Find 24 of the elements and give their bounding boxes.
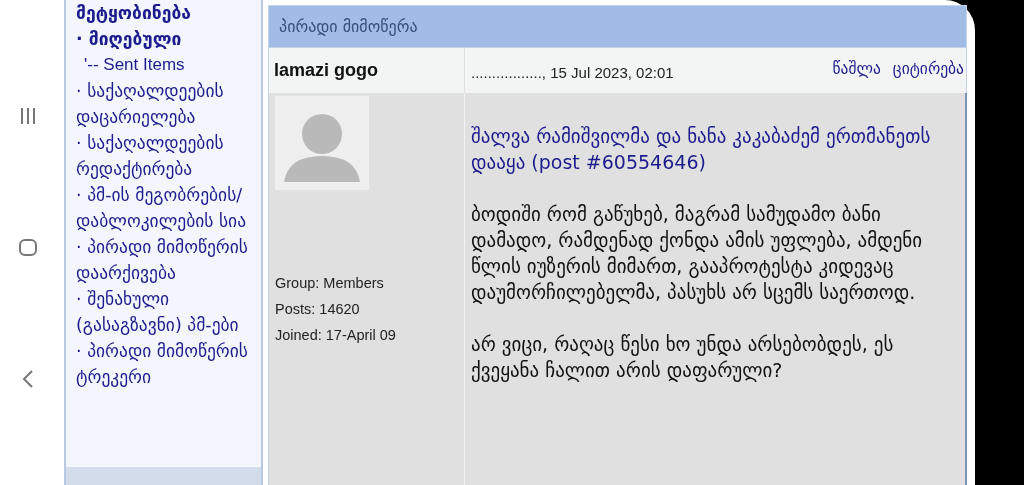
sidebar-link[interactable]: · შენახული (გასაგზავნი) პმ-ები [76, 286, 257, 338]
sidebar-link[interactable]: · პირადი მიმოწერის დაარქივება [76, 234, 257, 286]
sidebar-link[interactable]: · საქაღალდეების რედაქტირება [76, 130, 257, 182]
person-silhouette-icon [284, 112, 360, 182]
post-link[interactable]: შალვა რამიშვილმა და ნანა კაკაბაძემ ერთმანეთს დააყა (post #60554646) [471, 123, 957, 175]
panel-title: პირადი მიმოწერა [279, 17, 418, 36]
sidebar-link[interactable]: · პმ-ის მეგობრების/ დაბლოკილების სია [76, 182, 257, 234]
sidebar-link[interactable]: · საქაღალდეების დაცარიელება [76, 78, 257, 130]
sidebar-link[interactable]: · პირადი მიმოწერის ტრეკერი [76, 338, 257, 390]
sidebar-link[interactable]: '-- Sent Items [76, 52, 257, 78]
message-paragraph: არ ვიცი, რაღაც წესი ხო უნდა არსებობდეს, ეს ქვეყანა ჩალით არის დაფარული? [471, 332, 895, 383]
author-info-text: Group: Members [275, 274, 385, 293]
post-date: ................., 15 Jul 2023, 02:01 [471, 64, 674, 81]
action-link[interactable]: წაშლა [832, 59, 881, 78]
action-link[interactable]: ციტირება [892, 59, 964, 78]
recent-apps-icon[interactable] [18, 105, 38, 126]
sidebar-link[interactable]: · მიღებული [76, 26, 257, 52]
back-icon[interactable] [21, 369, 35, 390]
message-paragraph: ბოდიში რომ გაწუხებ, მაგრამ სამუდამო ბანი დამადო, რამდენად ქონდა ამის უფლება, ამდენი წლის იუზერის მიმართ, გააპროტესტა კიდევაც დაუმორჩილებელმა, პასუხს არ სცემს საერთოდ. [471, 202, 924, 305]
sidebar-heading[interactable]: მეტყობინება [76, 0, 257, 26]
home-icon[interactable] [18, 237, 38, 258]
author-info-text: Joined: 17-April 09 [275, 326, 397, 345]
author-info-text: Posts: 14620 [275, 300, 361, 319]
author-name[interactable]: lamazi gogo [274, 60, 378, 81]
